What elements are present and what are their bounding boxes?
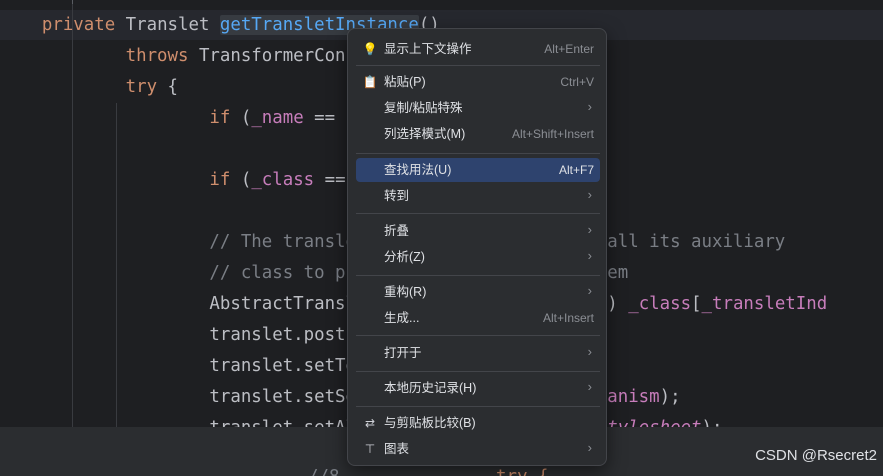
- code-token: TransformerCon: [198, 46, 346, 66]
- bulb-icon: 💡: [362, 42, 378, 56]
- menu-item-analyze[interactable]: 分析(Z) ›: [356, 245, 600, 269]
- menu-item-local-history[interactable]: 本地历史记录(H) ›: [356, 376, 600, 400]
- code-token: try: [125, 77, 168, 97]
- context-menu: 💡 显示上下文操作 Alt+Enter 📋 粘贴(P) Ctrl+V 复制/粘贴特殊 › 列选择…: [347, 28, 607, 466]
- menu-item-label: 转到: [384, 189, 410, 203]
- menu-separator: [356, 335, 600, 336]
- menu-item-diagrams[interactable]: ⊤ 图表 ›: [356, 437, 600, 461]
- menu-item-label: 与剪贴板比较(B): [384, 416, 476, 430]
- menu-item-compare-with-clipboard[interactable]: ⇄ 与剪贴板比较(B): [356, 411, 600, 435]
- menu-item-label: 生成...: [384, 311, 420, 325]
- menu-item-find-usages[interactable]: 查找用法(U) Alt+F7: [356, 158, 600, 182]
- code-token: Translet: [125, 15, 220, 35]
- code-line: translet.postInit: [0, 320, 387, 350]
- chevron-right-icon: ›: [587, 344, 592, 359]
- menu-item-shortcut: Alt+Enter: [544, 42, 594, 56]
- menu-item-label: 本地历史记录(H): [384, 381, 477, 395]
- menu-separator: [356, 213, 600, 214]
- code-token: if: [209, 108, 241, 128]
- code-token: ==: [303, 108, 346, 128]
- code-line: throws TransformerCon: [0, 41, 346, 71]
- code-token: _transletInd: [701, 294, 828, 314]
- menu-item-paste[interactable]: 📋 粘贴(P) Ctrl+V: [356, 70, 600, 94]
- watermark: CSDN @Rsecret2: [755, 447, 877, 464]
- code-token: if: [209, 170, 241, 190]
- menu-item-open-in[interactable]: 打开于 ›: [356, 341, 600, 365]
- code-token: _class: [251, 170, 315, 190]
- chevron-right-icon: ›: [587, 440, 592, 455]
- diagram-icon: ⊤: [364, 442, 376, 456]
- code-line: try {: [0, 72, 178, 102]
- menu-item-shortcut: Alt+F7: [558, 163, 594, 177]
- chevron-right-icon: ›: [587, 379, 592, 394]
- code-token: {: [167, 77, 179, 97]
- menu-separator: [356, 371, 600, 372]
- code-token: _class: [628, 294, 692, 314]
- code-token: [: [691, 294, 702, 314]
- menu-item-go-to[interactable]: 转到 ›: [356, 184, 600, 208]
- menu-item-label: 折叠: [384, 224, 410, 238]
- menu-item-column-selection-mode[interactable]: 列选择模式(M) Alt+Shift+Insert: [356, 122, 600, 146]
- code-line: translet.setTempl: [0, 351, 387, 381]
- menu-item-copy-paste-special[interactable]: 复制/粘贴特殊 ›: [356, 96, 600, 120]
- code-line: if (_name == null: [0, 103, 387, 133]
- menu-item-label: 列选择模式(M): [384, 127, 466, 141]
- code-token: );: [659, 387, 681, 407]
- menu-item-shortcut: Alt+Insert: [542, 311, 594, 325]
- chevron-right-icon: ›: [587, 248, 592, 263]
- menu-item-label: 重构(R): [384, 285, 427, 299]
- menu-item-label: 图表: [384, 442, 410, 456]
- menu-item-generate[interactable]: 生成... Alt+Insert: [356, 306, 600, 330]
- chevron-right-icon: ›: [587, 187, 592, 202]
- compare-icon: ⇄: [364, 416, 376, 430]
- menu-item-show-context-actions[interactable]: 💡 显示上下文操作 Alt+Enter: [356, 37, 600, 61]
- code-token: _name: [251, 108, 304, 128]
- code-token: private: [41, 15, 126, 35]
- menu-item-folding[interactable]: 折叠 ›: [356, 219, 600, 243]
- code-token: throws: [125, 46, 199, 66]
- menu-item-shortcut: Ctrl+V: [560, 75, 594, 89]
- menu-item-label: 打开于: [384, 346, 422, 360]
- chevron-right-icon: ›: [587, 99, 592, 114]
- menu-item-shortcut: Alt+Shift+Insert: [511, 127, 594, 141]
- code-token: (: [240, 170, 252, 190]
- menu-item-label: 查找用法(U): [384, 163, 452, 177]
- menu-item-label: 复制/粘贴特殊: [384, 101, 463, 115]
- code-token: (: [240, 108, 252, 128]
- menu-item-refactor[interactable]: 重构(R) ›: [356, 280, 600, 304]
- chevron-right-icon: ›: [587, 283, 592, 298]
- menu-separator: [356, 406, 600, 407]
- clipboard-icon: 📋: [362, 75, 378, 89]
- menu-separator: [356, 65, 600, 66]
- menu-item-label: 粘贴(P): [384, 75, 426, 89]
- menu-item-label: 分析(Z): [384, 250, 425, 264]
- indent-guide-mark: [72, 0, 73, 4]
- bottom-code-fragment: //8: [308, 462, 339, 476]
- menu-separator: [356, 153, 600, 154]
- menu-separator: [356, 275, 600, 276]
- menu-item-label: 显示上下文操作: [384, 42, 472, 56]
- chevron-right-icon: ›: [587, 222, 592, 237]
